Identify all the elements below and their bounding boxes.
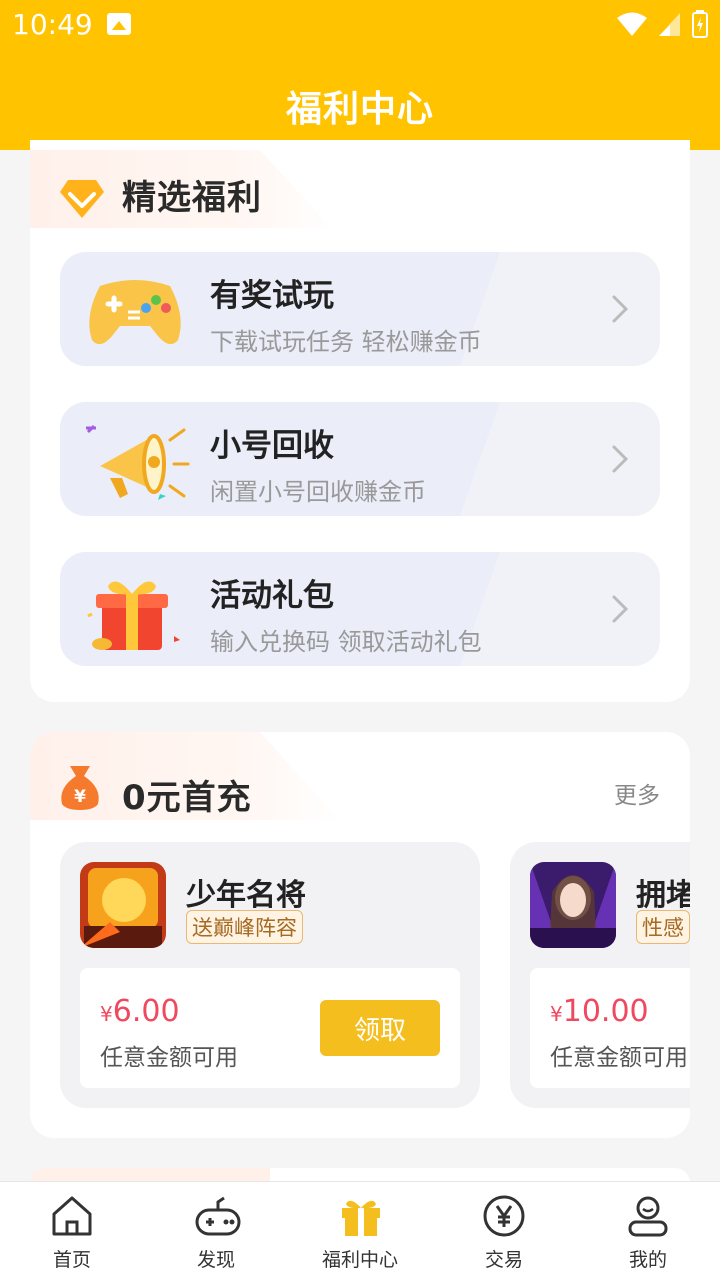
more-link[interactable]: 更多: [614, 776, 660, 810]
item-subtitle: 下载试玩任务 轻松赚金币: [210, 328, 482, 356]
currency-symbol: ¥: [550, 1002, 563, 1026]
bottom-tab-bar: 首页 发现 福利中心 交易 我的: [0, 1181, 720, 1280]
game-icon: [530, 862, 616, 948]
currency-symbol: ¥: [100, 1002, 113, 1026]
image-notification-icon: [107, 13, 131, 35]
amount-value: 10.00: [562, 994, 649, 1029]
tab-welfare-center[interactable]: 福利中心: [288, 1182, 432, 1280]
featured-title: 精选福利: [122, 178, 262, 218]
user-icon: [628, 1196, 668, 1237]
wifi-icon: [617, 12, 647, 36]
gift-icon: [342, 1200, 380, 1236]
claim-button[interactable]: 领取: [320, 1000, 440, 1056]
coupon: ¥10.00 任意金额可用: [530, 968, 690, 1088]
tab-trade[interactable]: 交易: [432, 1182, 576, 1280]
status-time: 10:49: [12, 8, 93, 41]
status-bar: 10:49: [0, 0, 720, 50]
tab-label: 首页: [52, 1249, 91, 1271]
coupon-note: 任意金额可用: [550, 1045, 688, 1071]
diamond-icon: [60, 180, 104, 218]
coupon-amount: ¥6.00: [100, 994, 180, 1029]
game-coupon-card[interactable]: 少年名将 送巅峰阵容 ¥6.00 任意金额可用 领取: [60, 842, 480, 1108]
tab-label: 交易: [484, 1249, 523, 1271]
zero-recharge-card: ¥ 0元首充 更多 少年名将 送巅峰阵容 ¥6.00 任意金额可用 领取 拥堵 …: [30, 732, 690, 1138]
game-coupon-card[interactable]: 拥堵 性感 ¥10.00 任意金额可用: [510, 842, 690, 1108]
chevron-right-icon: [612, 445, 629, 473]
chevron-right-icon: [612, 595, 629, 623]
item-title: 有奖试玩: [210, 278, 334, 314]
gamepad-icon: [89, 280, 181, 345]
item-title: 活动礼包: [210, 578, 334, 614]
game-name: 拥堵: [636, 878, 690, 913]
welfare-item-event-gift[interactable]: 活动礼包 输入兑换码 领取活动礼包: [60, 552, 660, 666]
item-subtitle: 输入兑换码 领取活动礼包: [210, 628, 482, 656]
status-indicators: [616, 10, 708, 38]
chevron-right-icon: [612, 295, 629, 323]
zero-recharge-title: 0元首充: [122, 778, 252, 818]
featured-welfare-card: 精选福利 有奖试玩 下载试玩任务 轻松赚金币 小号回收 闲置小号回收赚金币 活动…: [30, 140, 690, 702]
game-tag: 性感: [636, 910, 690, 944]
money-bag-icon: ¥: [61, 766, 99, 810]
game-tag: 送巅峰阵容: [186, 910, 303, 944]
tab-label: 我的: [628, 1249, 667, 1271]
tab-home[interactable]: 首页: [0, 1182, 144, 1280]
welfare-item-trial-play[interactable]: 有奖试玩 下载试玩任务 轻松赚金币: [60, 252, 660, 366]
coupon-note: 任意金额可用: [100, 1045, 238, 1071]
tab-label: 发现: [196, 1249, 235, 1271]
item-subtitle: 闲置小号回收赚金币: [210, 478, 426, 506]
controller-icon: [195, 1196, 241, 1236]
tab-mine[interactable]: 我的: [576, 1182, 720, 1280]
svg-text:¥: ¥: [74, 787, 86, 807]
battery-icon: [692, 10, 708, 38]
tab-discover[interactable]: 发现: [144, 1182, 288, 1280]
page-title: 福利中心: [285, 89, 434, 130]
game-name: 少年名将: [186, 878, 306, 913]
amount-value: 6.00: [112, 994, 180, 1029]
megaphone-icon: [86, 424, 190, 500]
home-icon: [52, 1196, 92, 1236]
coupon: ¥6.00 任意金额可用 领取: [80, 968, 460, 1088]
welfare-item-account-recycle[interactable]: 小号回收 闲置小号回收赚金币: [60, 402, 660, 516]
gift-box-icon: [87, 581, 180, 650]
signal-icon: [659, 13, 680, 36]
title-bar: 福利中心: [0, 50, 720, 150]
coupon-amount: ¥10.00: [550, 994, 649, 1029]
game-icon: [80, 862, 166, 948]
yen-icon: [483, 1195, 525, 1237]
item-title: 小号回收: [210, 428, 334, 464]
tab-label: 福利中心: [321, 1249, 398, 1271]
